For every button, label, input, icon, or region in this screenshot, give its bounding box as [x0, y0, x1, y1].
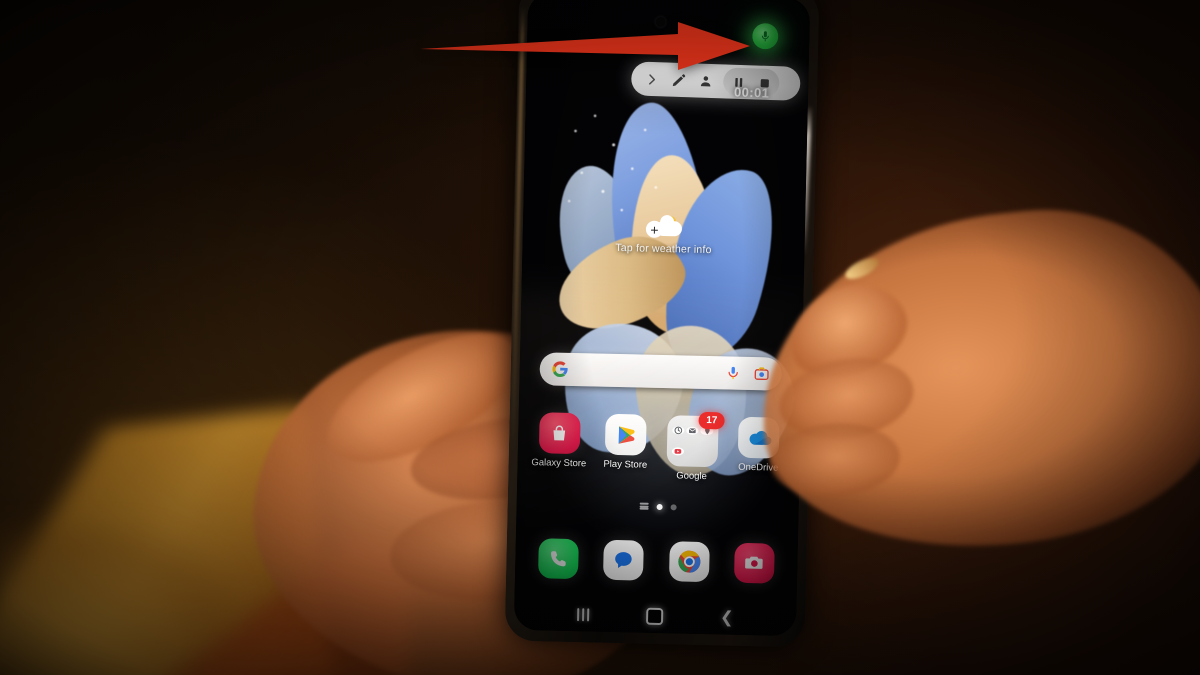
weather-widget[interactable]: + Tap for weather info — [522, 214, 805, 258]
dock-item-phone[interactable] — [537, 538, 579, 580]
cloud-plus-icon: + — [645, 216, 683, 240]
selfie-video-button[interactable] — [692, 67, 719, 94]
recents-button[interactable] — [576, 608, 589, 622]
handset-icon — [550, 551, 566, 567]
phone-screen[interactable]: 00:01 + Tap for weather info ❮ — [513, 0, 811, 637]
person-icon — [700, 75, 710, 86]
draw-button[interactable] — [665, 66, 692, 93]
dock — [525, 538, 788, 584]
back-button[interactable]: ❮ — [720, 609, 734, 626]
photo-scene: 00:01 + Tap for weather info ❮ — [0, 0, 1200, 675]
arrow-shape — [420, 22, 750, 70]
recording-timer: 00:01 — [733, 84, 770, 101]
microphone-icon — [761, 31, 769, 42]
camera-icon — [745, 556, 763, 569]
weather-widget-label: Tap for weather info — [615, 241, 712, 257]
chrome-icon — [678, 550, 701, 573]
pencil-icon — [672, 73, 685, 86]
chat-bubble-icon — [615, 552, 632, 568]
dock-item-chrome[interactable] — [668, 541, 710, 583]
chevron-right-icon — [648, 73, 655, 85]
home-button[interactable] — [645, 607, 664, 626]
dock-item-messages[interactable] — [603, 539, 645, 581]
dock-item-camera[interactable] — [734, 542, 776, 584]
galaxy-z-flip-phone: 00:01 + Tap for weather info ❮ — [504, 0, 820, 648]
red-pointer-arrow — [420, 22, 750, 70]
